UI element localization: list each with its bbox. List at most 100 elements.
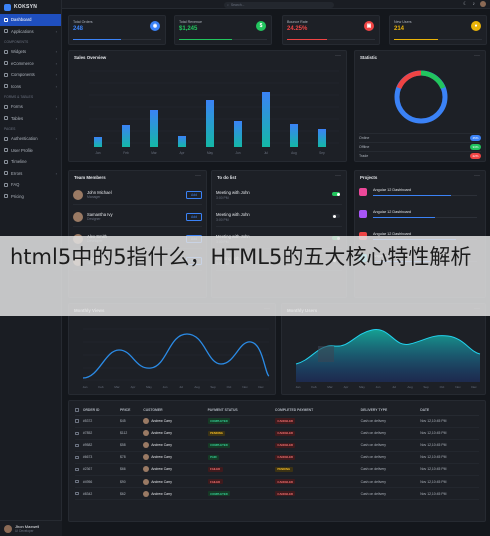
avatar (73, 189, 83, 200)
order-customer: Andrew Carry (143, 487, 208, 501)
project-progress (373, 195, 477, 197)
table-row[interactable]: #7852 $112 Andrew Carry PENDING CANCELED Cash… (75, 427, 479, 440)
checkbox-icon (75, 431, 79, 435)
sidebar-section-label: FORMS & TABLES (4, 95, 34, 99)
orders-card: ORDER ID PRICE CUSTOMER PAYMENT STATUS COMPL… (68, 400, 486, 522)
sidebar-item-label: Applications (11, 28, 34, 34)
project-progress-fill (373, 195, 451, 197)
sidebar-item-faq[interactable]: FAQ (0, 179, 61, 191)
sidebar-item-components[interactable]: Components › (0, 69, 61, 81)
column-header[interactable]: CUSTOMER (143, 405, 208, 416)
monthly-views-card: Monthly Views ··· JanFebMarApr MayJunJul… (68, 303, 276, 395)
order-id: #7852 (82, 427, 120, 440)
more-icon[interactable]: ··· (474, 173, 480, 179)
completed-payment: CANCELED (274, 427, 361, 440)
avatar (73, 211, 83, 222)
row-checkbox[interactable] (75, 439, 83, 452)
sidebar-item-user-profile[interactable]: User Profile (0, 145, 61, 157)
search-placeholder: Search... (230, 2, 245, 7)
svg-text:Oct: Oct (440, 385, 445, 389)
status-badge: FAILED (207, 466, 223, 473)
sidebar-item-label: Dashboard (11, 17, 32, 23)
sidebar-item-label: FAQ (11, 182, 20, 188)
select-all-checkbox[interactable] (75, 405, 83, 416)
sidebar-item-widgets[interactable]: Widgets › (0, 46, 61, 58)
more-icon[interactable]: ··· (335, 173, 341, 179)
legend-pill: 22% (469, 153, 481, 159)
customer-name: Andrew Carry (151, 467, 172, 472)
sidebar-item-label: Pricing (11, 193, 24, 199)
statistic-card: Statistic ··· Online 45% Offline 33% Trade 22… (354, 50, 486, 162)
row-checkbox[interactable] (75, 451, 83, 464)
column-header[interactable]: PAYMENT STATUS (207, 405, 275, 416)
more-icon[interactable]: ··· (195, 173, 201, 179)
add-member-button[interactable]: Add (185, 212, 202, 221)
table-row[interactable]: #9582 $58 Andrew Carry COMPLETED CANCELED Cas… (75, 439, 479, 452)
table-row[interactable]: #8342 $62 Andrew Carry COMPLETED CANCELED Cas… (75, 487, 479, 501)
stat-card: Total Revenue $1,245 $ (174, 15, 272, 45)
completed-payment: CANCELED (274, 439, 361, 452)
table-row[interactable]: #2367 $66 Andrew Carry FAILED PENDING Cash on… (75, 463, 479, 476)
list-item: Meeting with John3:00 PM (216, 185, 342, 205)
sidebar-item-timeline[interactable]: Timeline (0, 156, 61, 168)
sidebar-item-authentication[interactable]: Authentication › (0, 133, 61, 145)
brand[interactable]: KOKSYN (0, 0, 61, 14)
row-checkbox[interactable] (75, 415, 83, 428)
delivery-type: Cash on delivery (360, 463, 421, 476)
member-role: Designer (87, 217, 101, 221)
table-row[interactable]: #4956 $90 Andrew Carry FAILED CANCELED Cash o… (75, 475, 479, 489)
lock-icon (4, 136, 8, 141)
stat-progress-fill (394, 38, 438, 40)
payment-status: PENDING (207, 427, 275, 440)
sidebar-item-tables[interactable]: Tables › (0, 113, 61, 125)
todo-toggle[interactable] (332, 214, 340, 218)
sidebar-item-forms[interactable]: Forms › (0, 101, 61, 113)
avatar[interactable] (480, 1, 486, 7)
row-checkbox[interactable] (75, 487, 83, 501)
cart-icon (4, 61, 8, 66)
status-badge: COMPLETED (207, 442, 231, 448)
sidebar-item-pricing[interactable]: Pricing (0, 191, 61, 203)
stat-progress (394, 38, 482, 40)
row-checkbox[interactable] (75, 427, 83, 440)
legend-label: Online (359, 136, 370, 140)
column-header[interactable]: DELIVERY TYPE (360, 405, 421, 416)
sidebar-user[interactable]: Jhon Maxwell UI Developer (0, 520, 62, 536)
table-row[interactable]: #6673 $78 Andrew Carry PAID CANCELED Cash on … (75, 451, 479, 464)
list-item: Angular 12 Dashboard (359, 183, 481, 203)
table-row[interactable]: #5372 $45 Andrew Carry COMPLETED CANCELED Cas… (75, 415, 479, 428)
svg-text:Jan: Jan (83, 385, 88, 389)
project-icon (359, 188, 367, 196)
column-header[interactable]: PRICE (120, 405, 144, 416)
payment-status: PAID (207, 451, 275, 464)
search-input[interactable]: ⌕ Search... (224, 1, 334, 8)
stat-value: 214 (394, 26, 405, 32)
avatar (143, 418, 150, 425)
sidebar-item-applications[interactable]: Applications › (0, 26, 61, 38)
svg-text:Jul: Jul (179, 385, 183, 389)
bell-icon[interactable]: ♪ (473, 1, 476, 7)
dollar-icon: $ (256, 21, 266, 31)
sidebar-item-ecommerce[interactable]: eCommerce › (0, 58, 61, 70)
list-item: Angular 12 Dashboard (359, 205, 481, 225)
row-checkbox[interactable] (75, 475, 83, 489)
moon-icon[interactable]: ☾ (463, 1, 467, 7)
row-checkbox[interactable] (75, 463, 83, 476)
card-title: To do list (217, 175, 237, 180)
sidebar-item-dashboard[interactable]: Dashboard (0, 14, 61, 26)
sidebar-item-errors[interactable]: Errors › (0, 168, 61, 180)
chevron-right-icon: › (55, 136, 57, 142)
status-badge: COMPLETED (207, 418, 231, 424)
chevron-right-icon: › (55, 28, 57, 34)
column-header[interactable]: DATE (420, 405, 479, 416)
order-customer: Andrew Carry (143, 475, 208, 489)
stat-progress (287, 38, 375, 40)
column-header[interactable]: ORDER ID (82, 405, 120, 416)
column-header[interactable]: COMPLETED PAYMENT (274, 405, 361, 416)
todo-toggle[interactable] (332, 192, 340, 196)
stat-progress-fill (179, 38, 232, 40)
order-price: $66 (120, 463, 144, 476)
add-member-button[interactable]: Add (185, 190, 202, 199)
payment-status: COMPLETED (207, 487, 275, 501)
sidebar-item-icons[interactable]: Icons › (0, 81, 61, 93)
